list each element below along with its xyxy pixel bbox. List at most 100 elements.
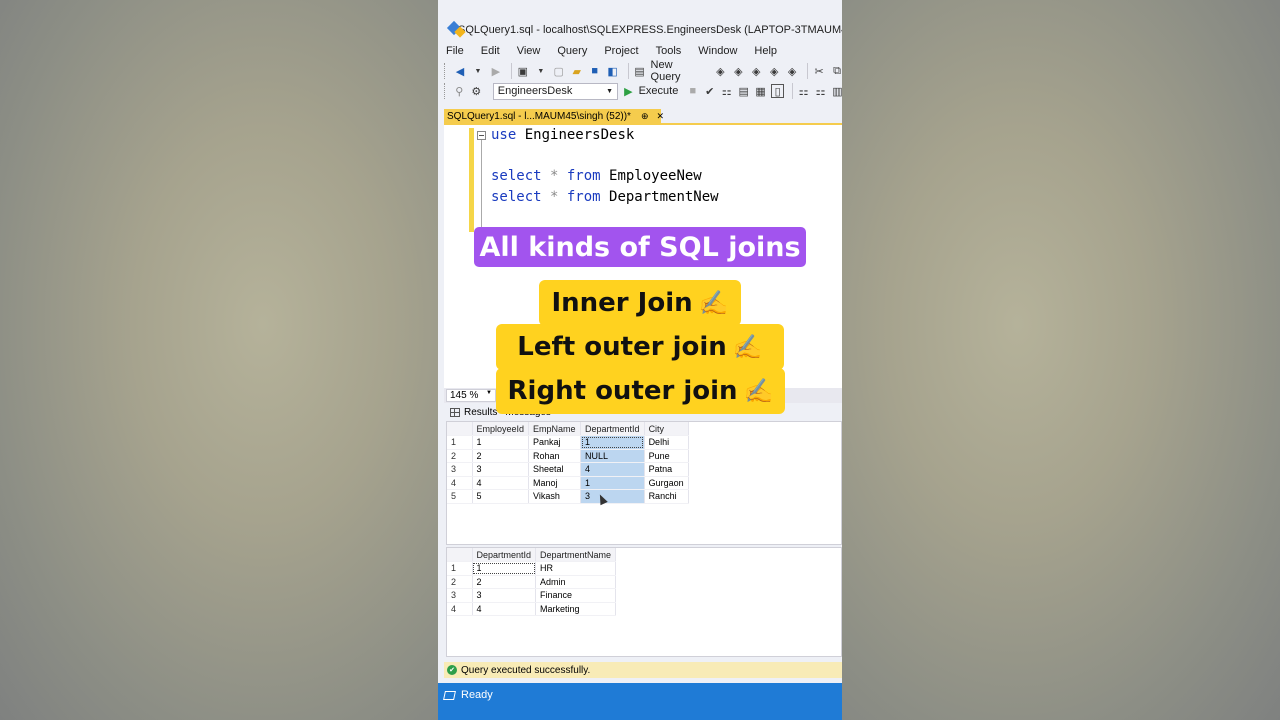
results-grid-department[interactable]: DepartmentId DepartmentName 1 1 HR 2 2 A… [446, 547, 842, 657]
execute-button[interactable]: Execute [639, 85, 679, 97]
change-tracking-bar [469, 128, 474, 232]
table-row[interactable]: 2 2 Admin [447, 575, 617, 589]
table-cell-selected[interactable]: 1 [472, 561, 537, 576]
toolbar-grip[interactable] [444, 63, 447, 79]
table-row[interactable]: 3 3 Finance [447, 588, 617, 603]
column-header[interactable]: City [644, 422, 689, 436]
mdx-query-icon[interactable]: ◈ [731, 64, 745, 78]
database-selector[interactable]: EngineersDesk ▼ [492, 82, 619, 100]
table-cell[interactable]: Pankaj [528, 435, 582, 450]
table-cell-selected[interactable]: 1 [580, 435, 645, 450]
table-cell[interactable]: Ranchi [644, 489, 689, 504]
uncomment-icon[interactable]: ⚏ [814, 84, 827, 98]
document-tab-sqlquery1[interactable]: SQLQuery1.sql - l...MAUM45\singh (52))* … [444, 109, 664, 124]
table-cell-selected[interactable]: 4 [580, 462, 645, 477]
table-cell[interactable]: Marketing [535, 602, 617, 616]
table-row[interactable]: 1 1 HR [447, 561, 617, 576]
query-options-icon[interactable]: ▤ [737, 84, 750, 98]
forward-arrow-icon[interactable]: ▶ [489, 64, 503, 78]
table-row[interactable]: 3 3 Sheetal 4 Patna [447, 462, 689, 477]
column-header[interactable]: DepartmentId [580, 422, 645, 436]
pin-icon[interactable]: ⊕ [641, 111, 649, 122]
menu-help[interactable]: Help [754, 45, 777, 57]
table-row[interactable]: 5 5 Vikash 3 Ranchi [447, 489, 689, 504]
indent-icon[interactable]: ▥ [831, 84, 842, 98]
dropdown-arrow-icon[interactable]: ▼ [471, 64, 485, 78]
menu-window[interactable]: Window [698, 45, 737, 57]
table-cell[interactable]: Vikash [528, 489, 582, 504]
new-project-icon[interactable]: ▣ [516, 64, 530, 78]
keyword: use [491, 127, 517, 143]
add-item-icon[interactable]: ▢ [552, 64, 566, 78]
table-cell[interactable]: Rohan [528, 449, 582, 463]
row-number: 1 [447, 435, 473, 450]
menu-file[interactable]: File [446, 45, 464, 57]
stop-icon[interactable]: ■ [686, 84, 699, 98]
table-row[interactable]: 1 1 Pankaj 1 Delhi [447, 435, 689, 450]
back-arrow-icon[interactable]: ◀ [453, 64, 467, 78]
cut-icon[interactable]: ✂ [812, 64, 826, 78]
new-query-icon[interactable]: ▤ [633, 64, 647, 78]
change-connection-icon[interactable]: ⚙ [470, 84, 483, 98]
menu-query[interactable]: Query [557, 45, 587, 57]
table-cell[interactable]: Manoj [528, 476, 582, 490]
table-cell[interactable]: 2 [472, 449, 530, 463]
open-folder-icon[interactable]: ▰ [570, 64, 584, 78]
results-grid-employee[interactable]: EmployeeId EmpName DepartmentId City 1 1… [446, 421, 842, 545]
table-cell[interactable]: 2 [472, 575, 537, 589]
query-status-message: Query executed successfully. [461, 664, 591, 676]
tab-results[interactable]: Results [450, 407, 497, 418]
collapse-toggle-icon[interactable] [477, 131, 486, 140]
table-cell-selected[interactable]: 3 [580, 489, 645, 504]
results-to-file-icon[interactable]: ▯ [771, 84, 785, 98]
save-icon[interactable]: ■ [588, 64, 602, 78]
column-header[interactable]: EmployeeId [472, 422, 530, 436]
column-header[interactable]: DepartmentName [535, 548, 617, 562]
table-cell[interactable]: 3 [472, 588, 537, 603]
connect-icon[interactable]: ⚲ [453, 84, 466, 98]
parse-checkmark-icon[interactable]: ✔ [703, 84, 716, 98]
table-cell[interactable]: Finance [535, 588, 617, 603]
table-cell[interactable]: 4 [472, 476, 530, 490]
table-cell[interactable]: 4 [472, 602, 537, 616]
table-cell[interactable]: Patna [644, 462, 689, 477]
code-line-3: select * from EmployeeNew [491, 168, 702, 184]
table-row[interactable]: 2 2 Rohan NULL Pune [447, 449, 689, 463]
estimated-plan-icon[interactable]: ⚏ [720, 84, 733, 98]
table-cell[interactable]: 3 [472, 462, 530, 477]
join-badge-right-outer: Right outer join ✍️ [496, 368, 785, 414]
menu-project[interactable]: Project [604, 45, 638, 57]
menu-view[interactable]: View [517, 45, 541, 57]
xmla-query-icon[interactable]: ◈ [767, 64, 781, 78]
table-cell[interactable]: Sheetal [528, 462, 582, 477]
results-to-grid-icon[interactable]: ▦ [754, 84, 767, 98]
close-icon[interactable]: ✕ [657, 111, 665, 122]
new-query-button[interactable]: New Query [651, 59, 706, 83]
toolbar-grip[interactable] [444, 83, 447, 99]
dax-query-icon[interactable]: ◈ [785, 64, 799, 78]
table-cell-selected[interactable]: NULL [580, 449, 645, 463]
table-cell[interactable]: Pune [644, 449, 689, 463]
dropdown-arrow-icon[interactable]: ▼ [534, 64, 548, 78]
comment-icon[interactable]: ⚏ [797, 84, 810, 98]
table-cell[interactable]: 5 [472, 489, 530, 504]
menu-tools[interactable]: Tools [656, 45, 682, 57]
database-engine-query-icon[interactable]: ◈ [713, 64, 727, 78]
table-row[interactable]: 4 4 Marketing [447, 602, 617, 616]
save-all-icon[interactable]: ◧ [606, 64, 620, 78]
table-cell[interactable]: Delhi [644, 435, 689, 450]
table-cell-selected[interactable]: 1 [580, 476, 645, 490]
zoom-selector[interactable]: 145 % ▼ [446, 389, 496, 402]
table-row[interactable]: 4 4 Manoj 1 Gurgaon [447, 476, 689, 490]
copy-icon[interactable]: ⧉ [830, 64, 842, 78]
execute-play-icon[interactable]: ▶ [624, 85, 632, 98]
table-cell[interactable]: Admin [535, 575, 617, 589]
menu-edit[interactable]: Edit [481, 45, 500, 57]
table-cell[interactable]: Gurgaon [644, 476, 689, 490]
column-header[interactable]: DepartmentId [472, 548, 537, 562]
table-cell[interactable]: HR [535, 561, 617, 576]
dmx-query-icon[interactable]: ◈ [749, 64, 763, 78]
table-cell[interactable]: 1 [472, 435, 530, 450]
column-header[interactable]: EmpName [528, 422, 582, 436]
code-line-4: select * from DepartmentNew [491, 189, 719, 205]
